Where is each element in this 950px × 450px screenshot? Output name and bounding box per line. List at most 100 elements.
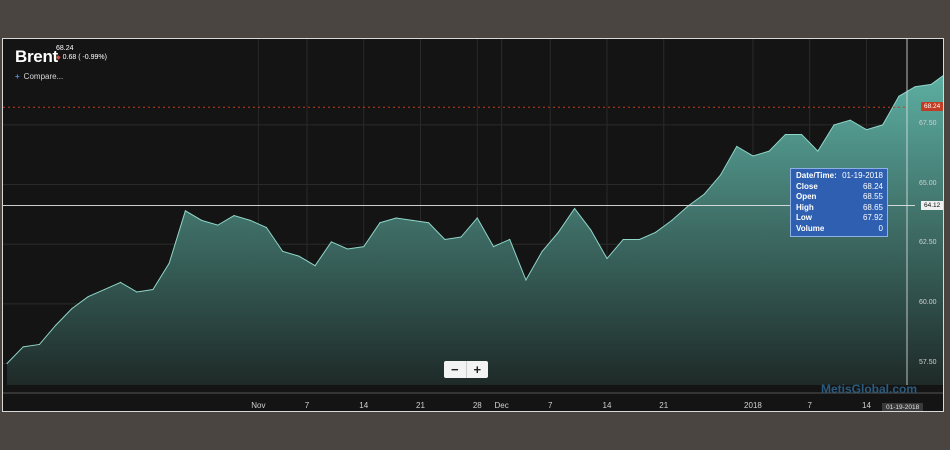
data-point <box>346 248 349 250</box>
data-point <box>800 133 803 136</box>
x-tick-label: 7 <box>548 401 553 410</box>
zoom-controls: − + <box>444 361 488 378</box>
data-point <box>38 343 41 346</box>
data-point <box>395 217 397 219</box>
data-point <box>492 246 495 248</box>
y-tick-label: 67.50 <box>919 119 937 127</box>
data-point <box>71 308 73 310</box>
tooltip-row: Close 68.24 <box>796 182 883 193</box>
data-point <box>573 207 576 210</box>
price-change-text: 0.68 ( -0.99%) <box>62 54 107 61</box>
x-tick-label: 21 <box>416 401 425 410</box>
data-point <box>622 238 624 241</box>
data-point <box>557 231 559 233</box>
tooltip-key: Open <box>796 192 817 201</box>
crosshair-price-flag: 64.12 <box>921 200 943 210</box>
zoom-out-button[interactable]: − <box>444 361 467 378</box>
data-point <box>168 262 170 264</box>
x-tick-label: 2018 <box>744 401 762 410</box>
data-point <box>703 193 705 195</box>
data-point <box>541 250 543 252</box>
last-price-flag: 68.24 <box>921 102 943 112</box>
data-point <box>265 226 268 229</box>
data-point <box>119 281 122 283</box>
zoom-in-button[interactable]: + <box>467 361 489 378</box>
tooltip-key: High <box>796 202 814 212</box>
tooltip-value: 0 <box>878 223 883 233</box>
data-point <box>379 222 381 224</box>
data-point <box>22 346 24 348</box>
data-point <box>525 279 527 281</box>
data-point <box>184 210 186 212</box>
data-point <box>898 95 900 97</box>
compare-button[interactable]: + Compare... <box>15 72 63 81</box>
data-point <box>87 296 89 298</box>
tooltip-row: Volume 0 <box>796 224 883 235</box>
tooltip-value: 01-19-2018 <box>842 171 883 180</box>
data-point <box>217 224 219 226</box>
plus-icon: + <box>15 72 20 81</box>
data-point <box>784 133 786 136</box>
data-point <box>460 236 462 238</box>
data-point <box>444 238 446 241</box>
y-tick-label: 65.00 <box>919 179 937 187</box>
data-point <box>314 265 316 267</box>
data-point <box>330 241 332 243</box>
data-point <box>833 124 835 126</box>
price-change: ◆ 0.68 ( -0.99%) <box>56 54 107 61</box>
data-point <box>6 362 8 365</box>
tooltip-key: Low <box>796 213 812 222</box>
x-tick-label: 21 <box>659 401 669 410</box>
tooltip-key: Close <box>796 181 818 191</box>
data-point <box>476 217 478 219</box>
data-point <box>768 150 770 152</box>
y-tick-label: 60.00 <box>919 298 937 306</box>
x-tick-label: 7 <box>807 401 812 410</box>
data-point <box>136 291 138 293</box>
tooltip-value: 68.24 <box>862 181 883 191</box>
data-point <box>752 155 754 157</box>
crosshair-date-flag: 01-19-2018 <box>882 403 924 411</box>
y-tick-label: 62.50 <box>919 239 937 247</box>
x-tick-label: 28 <box>472 401 482 410</box>
data-point <box>736 145 738 147</box>
data-point <box>411 219 414 221</box>
data-point <box>638 238 641 241</box>
data-point <box>655 231 657 233</box>
data-point <box>428 222 430 224</box>
x-tick-label: 14 <box>862 401 871 410</box>
tooltip-key: Volume <box>796 223 825 233</box>
data-point <box>849 119 851 121</box>
data-point <box>914 86 916 88</box>
data-point <box>930 83 932 85</box>
data-point <box>363 246 365 248</box>
last-price: 68.24 <box>56 45 74 52</box>
data-point <box>509 238 511 241</box>
data-point <box>55 324 57 326</box>
data-point <box>817 150 819 152</box>
chart-frame: Brent 68.24 ◆ 0.68 ( -0.99%) + Compare... … <box>2 38 944 412</box>
tooltip-row: Low 67.92 <box>796 213 883 224</box>
data-point <box>671 219 673 221</box>
x-tick-label: 14 <box>602 401 612 410</box>
instrument-title: Brent <box>15 47 58 66</box>
tooltip-value: 67.92 <box>862 213 883 222</box>
tooltip-row: Open 68.55 <box>796 192 883 203</box>
data-point <box>233 214 235 217</box>
down-arrow-icon: ◆ <box>56 55 61 61</box>
data-point <box>590 229 592 231</box>
tooltip-value: 68.65 <box>862 202 883 212</box>
x-tick-label: 14 <box>359 401 369 410</box>
data-point <box>882 124 884 126</box>
tooltip-key: Date/Time: <box>796 171 837 180</box>
x-tick-label: Nov <box>251 401 266 410</box>
data-point <box>298 255 300 257</box>
data-point <box>865 129 868 131</box>
x-tick-label: 7 <box>304 401 310 410</box>
data-point <box>606 257 608 260</box>
data-point <box>200 219 203 221</box>
data-point <box>282 250 284 252</box>
x-tick-label: Dec <box>494 401 509 410</box>
data-point <box>103 288 105 291</box>
y-tick-label: 57.50 <box>919 358 937 366</box>
